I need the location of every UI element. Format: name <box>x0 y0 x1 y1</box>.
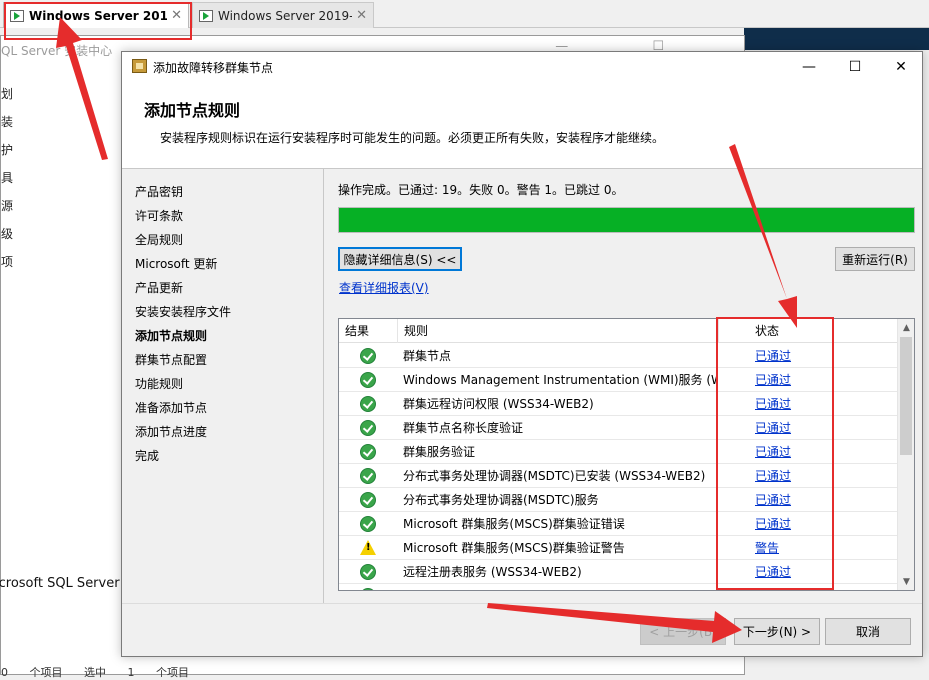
dialog-title: 添加故障转移群集节点 <box>153 61 274 75</box>
step-product-updates: 产品更新 <box>135 281 184 295</box>
maximize-button[interactable]: ☐ <box>832 52 878 81</box>
green-check-icon <box>360 444 376 460</box>
background-nav-item[interactable]: 装 <box>1 108 15 136</box>
pass-check-icon <box>360 492 376 508</box>
tab-close-icon[interactable]: ✕ <box>356 8 367 23</box>
background-nav: 划 装 护 具 源 级 项 <box>1 80 15 276</box>
step-product-key: 产品密钥 <box>135 185 184 199</box>
pass-check-icon <box>360 564 376 580</box>
step-add-node-progress: 添加节点进度 <box>135 425 208 439</box>
pass-check-icon <box>360 348 376 364</box>
background-nav-item[interactable]: 具 <box>1 164 15 192</box>
rule-name: Windows Management Instrumentation (WMI)… <box>403 373 717 387</box>
warning-icon <box>360 540 376 556</box>
rerun-button[interactable]: 重新运行(R) <box>835 247 915 271</box>
green-check-icon <box>360 348 376 364</box>
grid-scrollbar[interactable]: ▲ ▼ <box>897 319 914 590</box>
green-check-icon <box>360 492 376 508</box>
scroll-down-icon[interactable]: ▼ <box>898 573 914 590</box>
dialog-titlebar: 添加故障转移群集节点 — ☐ ✕ <box>122 52 922 81</box>
rule-name: 群集节点 <box>403 349 452 363</box>
column-header-rule[interactable]: 规则 <box>398 319 719 343</box>
rule-name <box>403 584 717 590</box>
scroll-up-icon[interactable]: ▲ <box>898 319 914 336</box>
background-nav-item[interactable]: 源 <box>1 192 15 220</box>
dialog-header: 添加节点规则 安装程序规则标识在运行安装程序时可能发生的问题。必须更正所有失败，… <box>122 81 922 169</box>
green-check-icon <box>360 372 376 388</box>
background-status-text: 0 个项目 选中 1 个项目 <box>1 666 189 679</box>
cancel-button[interactable]: 取消 <box>825 618 911 645</box>
step-cluster-node-config: 群集节点配置 <box>135 353 208 367</box>
background-product-text: icrosoft SQL Server 2 <box>0 576 132 591</box>
rule-name: Microsoft 群集服务(MSCS)群集验证警告 <box>403 541 625 555</box>
step-feature-rules: 功能规则 <box>135 377 184 391</box>
back-button[interactable]: < 上一步(B) <box>640 618 726 645</box>
annotation-box-status-column <box>716 317 834 590</box>
vm-icon <box>199 9 213 22</box>
minimize-button[interactable]: — <box>786 52 832 81</box>
rule-name: 群集节点名称长度验证 <box>403 421 524 435</box>
background-nav-item[interactable]: 划 <box>1 80 15 108</box>
pass-check-icon <box>360 396 376 412</box>
background-nav-item[interactable]: 级 <box>1 220 15 248</box>
next-button[interactable]: 下一步(N) > <box>734 618 820 645</box>
tab-label: Windows Server 2019-3 <box>218 8 353 23</box>
pass-check-icon <box>360 420 376 436</box>
wizard-steps: 产品密钥 许可条款 全局规则 Microsoft 更新 产品更新 安装安装程序文… <box>122 169 324 603</box>
green-check-icon <box>360 468 376 484</box>
background-window-title: QL Server 安装中心 <box>1 44 113 58</box>
view-detailed-report-link[interactable]: 查看详细报表(V) <box>339 279 429 296</box>
step-license-terms: 许可条款 <box>135 209 184 223</box>
setup-package-icon <box>132 59 147 73</box>
green-check-icon <box>360 396 376 412</box>
desktop-background <box>744 28 929 50</box>
warning-triangle-icon <box>360 540 376 555</box>
pass-check-icon <box>360 372 376 388</box>
step-complete: 完成 <box>135 449 160 463</box>
pass-check-icon <box>360 468 376 484</box>
green-check-icon <box>360 564 376 580</box>
tab-windows-server-2019-3[interactable]: Windows Server 2019-3 ✕ <box>192 2 374 28</box>
step-install-setup-files: 安装安装程序文件 <box>135 305 232 319</box>
pass-check-icon <box>360 588 376 590</box>
green-check-icon <box>360 588 376 590</box>
step-ready-to-add-node: 准备添加节点 <box>135 401 208 415</box>
rule-name: Microsoft 群集服务(MSCS)群集验证错误 <box>403 517 625 531</box>
pass-check-icon <box>360 516 376 532</box>
step-global-rules: 全局规则 <box>135 233 184 247</box>
rule-name: 远程注册表服务 (WSS34-WEB2) <box>403 565 582 579</box>
step-add-node-rules: 添加节点规则 <box>135 329 208 343</box>
progress-bar-fill <box>339 208 914 232</box>
rule-name: 分布式事务处理协调器(MSDTC)已安装 (WSS34-WEB2) <box>403 469 706 483</box>
rule-name: 群集远程访问权限 (WSS34-WEB2) <box>403 397 594 411</box>
page-description: 安装程序规则标识在运行安装程序时可能发生的问题。必须更正所有失败，安装程序才能继… <box>160 131 665 145</box>
rule-name: 群集服务验证 <box>403 445 476 459</box>
operation-status: 操作完成。已通过: 19。失败 0。警告 1。已跳过 0。 <box>338 183 624 197</box>
pass-check-icon <box>360 444 376 460</box>
close-button[interactable]: ✕ <box>878 52 924 81</box>
step-microsoft-update: Microsoft 更新 <box>135 257 218 271</box>
rules-content: 操作完成。已通过: 19。失败 0。警告 1。已跳过 0。 隐藏详细信息(S) … <box>325 169 924 603</box>
hide-details-button[interactable]: 隐藏详细信息(S) << <box>338 247 462 271</box>
page-heading: 添加节点规则 <box>144 101 241 120</box>
green-check-icon <box>360 516 376 532</box>
background-nav-item[interactable]: 项 <box>1 248 15 276</box>
scrollbar-thumb[interactable] <box>900 337 912 455</box>
annotation-box-tab <box>4 2 192 40</box>
column-header-result[interactable]: 结果 <box>339 319 398 343</box>
progress-bar <box>338 207 915 233</box>
background-nav-item[interactable]: 护 <box>1 136 15 164</box>
rule-name: 分布式事务处理协调器(MSDTC)服务 <box>403 493 599 507</box>
dialog-footer: < 上一步(B) 下一步(N) > 取消 <box>122 603 922 658</box>
green-check-icon <box>360 420 376 436</box>
